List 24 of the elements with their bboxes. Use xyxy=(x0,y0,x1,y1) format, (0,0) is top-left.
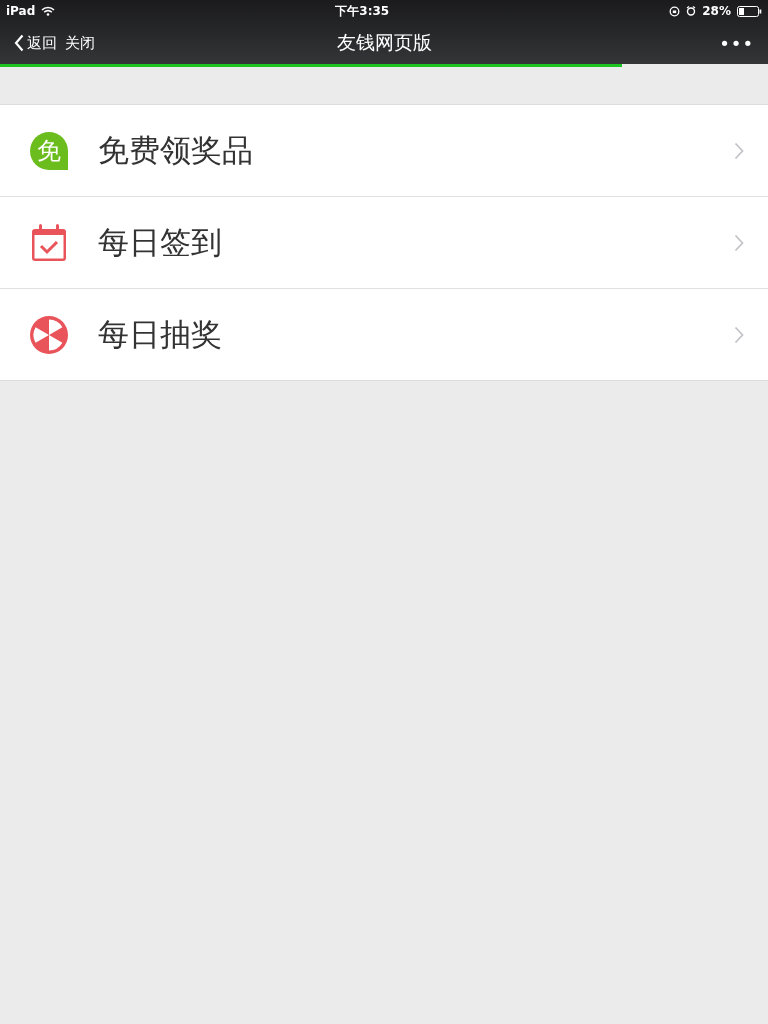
chevron-right-icon xyxy=(734,233,744,252)
menu-item[interactable]: 每日抽奖 xyxy=(0,288,768,380)
chevron-left-icon xyxy=(14,34,24,52)
item-label: 每日抽奖 xyxy=(98,314,223,354)
battery-icon xyxy=(737,5,762,17)
item-label: 每日签到 xyxy=(98,222,223,262)
back-button[interactable]: 返回 xyxy=(14,33,57,53)
alarm-icon xyxy=(686,6,697,16)
chevron-right-icon xyxy=(734,141,744,160)
battery-percent: 28% xyxy=(702,4,731,18)
status-time: 下午3:35 xyxy=(335,2,390,20)
menu-item[interactable]: 免 免费领奖品 xyxy=(0,105,768,196)
device-name: iPad xyxy=(6,4,36,18)
more-button[interactable]: ••• xyxy=(634,32,754,54)
chevron-right-icon xyxy=(734,325,744,344)
menu-item[interactable]: 每日签到 xyxy=(0,196,768,288)
free-icon: 免 xyxy=(30,131,68,170)
rotation-lock-icon xyxy=(669,5,681,17)
item-label: 免费领奖品 xyxy=(98,130,254,170)
calendar-check-icon xyxy=(30,223,68,262)
pinwheel-icon xyxy=(30,315,68,354)
wifi-icon xyxy=(41,6,56,16)
page-title: 友钱网页版 xyxy=(336,30,432,55)
close-button[interactable]: 关闭 xyxy=(65,33,95,53)
